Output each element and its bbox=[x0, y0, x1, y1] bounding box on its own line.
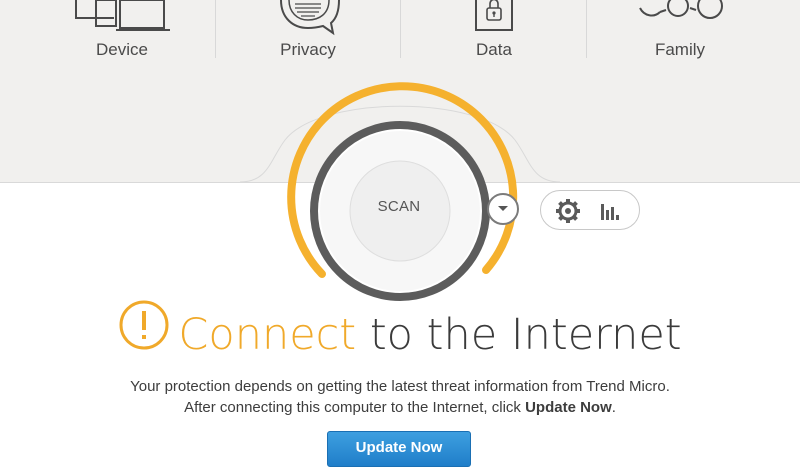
update-now-button[interactable]: Update Now bbox=[327, 431, 471, 467]
scan-options-dropdown[interactable] bbox=[487, 193, 519, 225]
status-heading: Connect to the Internet bbox=[0, 300, 800, 367]
description-line-2-suffix: . bbox=[611, 399, 616, 416]
scan-button[interactable]: SCAN bbox=[349, 198, 449, 215]
status-accent-word: Connect bbox=[178, 310, 357, 360]
description-line-2-bold: Update Now bbox=[525, 399, 612, 416]
alert-icon bbox=[118, 299, 170, 367]
chevron-down-icon bbox=[497, 200, 509, 218]
status-description: Your protection depends on getting the l… bbox=[0, 376, 800, 418]
gear-icon[interactable] bbox=[555, 198, 581, 229]
tools-pill bbox=[540, 190, 640, 230]
bar-chart-icon[interactable] bbox=[599, 200, 621, 227]
description-line-1: Your protection depends on getting the l… bbox=[130, 378, 670, 395]
description-line-2-prefix: After connecting this computer to the In… bbox=[184, 399, 526, 416]
status-rest-text: to the Internet bbox=[356, 310, 682, 360]
description-line-2: After connecting this computer to the In… bbox=[0, 397, 800, 418]
